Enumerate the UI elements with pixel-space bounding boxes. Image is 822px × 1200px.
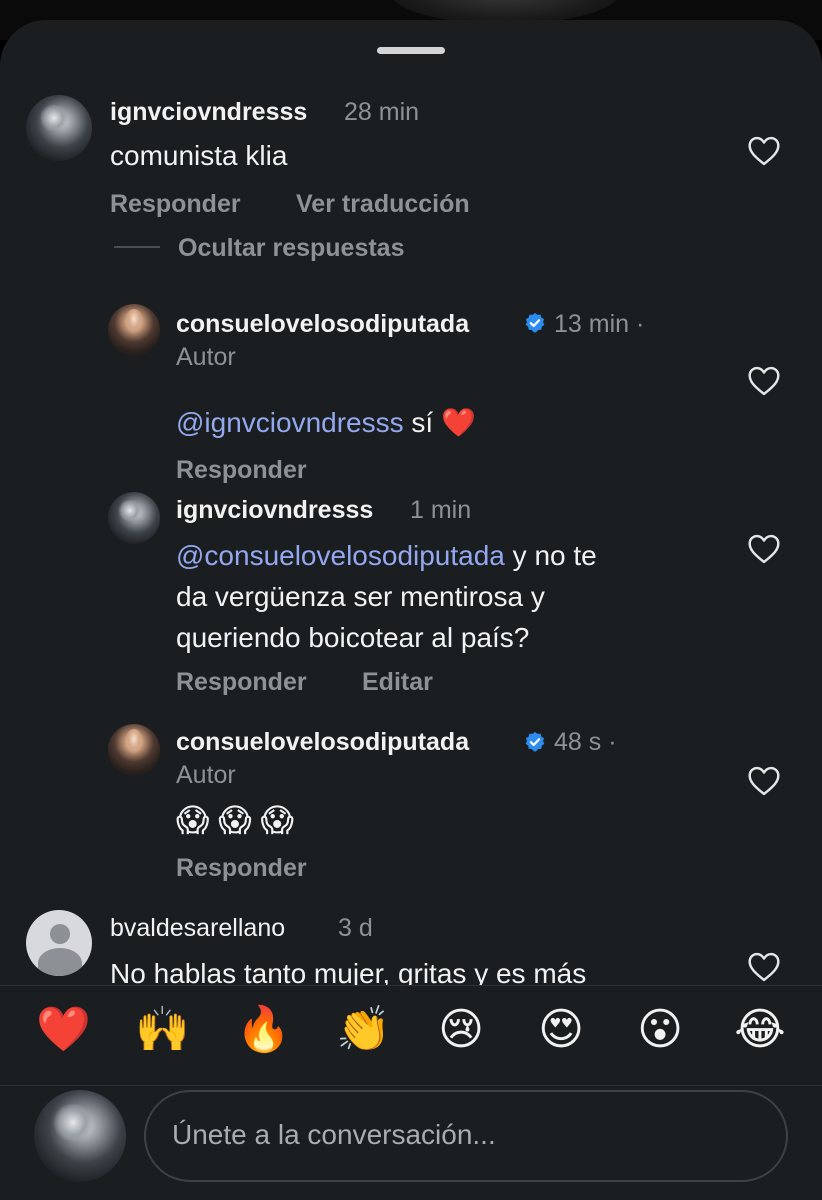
author-label: Autor xyxy=(176,343,236,371)
comment-username[interactable]: ignvciovndresss xyxy=(110,98,307,127)
surprised-emoji-button[interactable]: 😮 xyxy=(634,1004,686,1056)
like-heart-icon[interactable] xyxy=(747,366,781,396)
avatar[interactable] xyxy=(108,724,160,776)
avatar[interactable] xyxy=(108,492,160,544)
heart-eyes-emoji-button[interactable]: 😍 xyxy=(535,1004,587,1056)
comment-time: 3 d xyxy=(338,914,373,942)
reply-button[interactable]: Responder xyxy=(176,668,307,697)
heart-emoji: ❤️ xyxy=(440,407,476,438)
reply-text-line-1: @consuelovelosodiputada y no te xyxy=(176,540,597,571)
drag-handle[interactable] xyxy=(377,47,445,54)
default-avatar-icon[interactable] xyxy=(26,910,92,976)
avatar[interactable] xyxy=(108,304,160,356)
reply-text-line-2: da vergüenza ser mentirosa y xyxy=(176,581,545,612)
comment-input-placeholder: Únete a la conversación... xyxy=(172,1119,496,1150)
emoji-quick-bar: ❤️ 🙌 🔥 👏 😢 😍 😮 😂 xyxy=(0,985,822,1085)
reply-text: @ignvciovndresss sí ❤️ xyxy=(176,407,476,438)
reply-username[interactable]: consuelovelosodiputada xyxy=(176,728,469,757)
like-heart-icon[interactable] xyxy=(747,952,781,982)
mention-link[interactable]: @ignvciovndresss xyxy=(176,407,404,438)
reply-text: 😱 😱 😱 xyxy=(176,802,294,838)
like-heart-icon[interactable] xyxy=(747,766,781,796)
hide-replies-button[interactable]: Ocultar respuestas xyxy=(178,234,405,263)
fire-emoji-button[interactable]: 🔥 xyxy=(236,1004,291,1056)
comment-text: comunista klia xyxy=(110,140,288,171)
comment-username[interactable]: bvaldesarellano xyxy=(110,914,285,943)
like-heart-icon[interactable] xyxy=(747,136,781,166)
reply-button[interactable]: Responder xyxy=(176,854,307,883)
reply-username[interactable]: ignvciovndresss xyxy=(176,496,373,525)
current-user-avatar xyxy=(34,1090,126,1182)
comments-sheet: ignvciovndresss 28 min comunista klia Re… xyxy=(0,20,822,1200)
reply-button[interactable]: Responder xyxy=(110,190,241,219)
clapping-emoji-button[interactable]: 👏 xyxy=(336,1004,391,1056)
composer-divider xyxy=(0,1085,822,1086)
reply-username[interactable]: consuelovelosodiputada xyxy=(176,310,469,339)
reply-time: 48 s · xyxy=(554,728,617,756)
reply-button[interactable]: Responder xyxy=(176,456,307,485)
verified-badge-icon xyxy=(525,731,545,752)
reply-text-line-3: queriendo boicotear al país? xyxy=(176,622,530,653)
like-heart-icon[interactable] xyxy=(747,534,781,564)
mention-link[interactable]: @consuelovelosodiputada xyxy=(176,540,505,571)
reply-time: 1 min xyxy=(410,496,472,524)
edit-button[interactable]: Editar xyxy=(362,668,433,697)
reply-time: 13 min · xyxy=(554,310,645,338)
raising-hands-emoji-button[interactable]: 🙌 xyxy=(135,1004,190,1056)
crying-emoji-button[interactable]: 😢 xyxy=(435,1004,487,1056)
heart-emoji-button[interactable]: ❤️ xyxy=(36,1004,91,1056)
author-label: Autor xyxy=(176,761,236,789)
comment-time: 28 min xyxy=(344,98,420,126)
comment-input[interactable]: Únete a la conversación... xyxy=(144,1090,788,1182)
laughing-emoji-button[interactable]: 😂 xyxy=(734,1004,786,1056)
replies-divider xyxy=(114,246,160,248)
see-translation-button[interactable]: Ver traducción xyxy=(296,190,470,219)
verified-badge-icon xyxy=(525,312,545,333)
avatar[interactable] xyxy=(26,95,92,161)
